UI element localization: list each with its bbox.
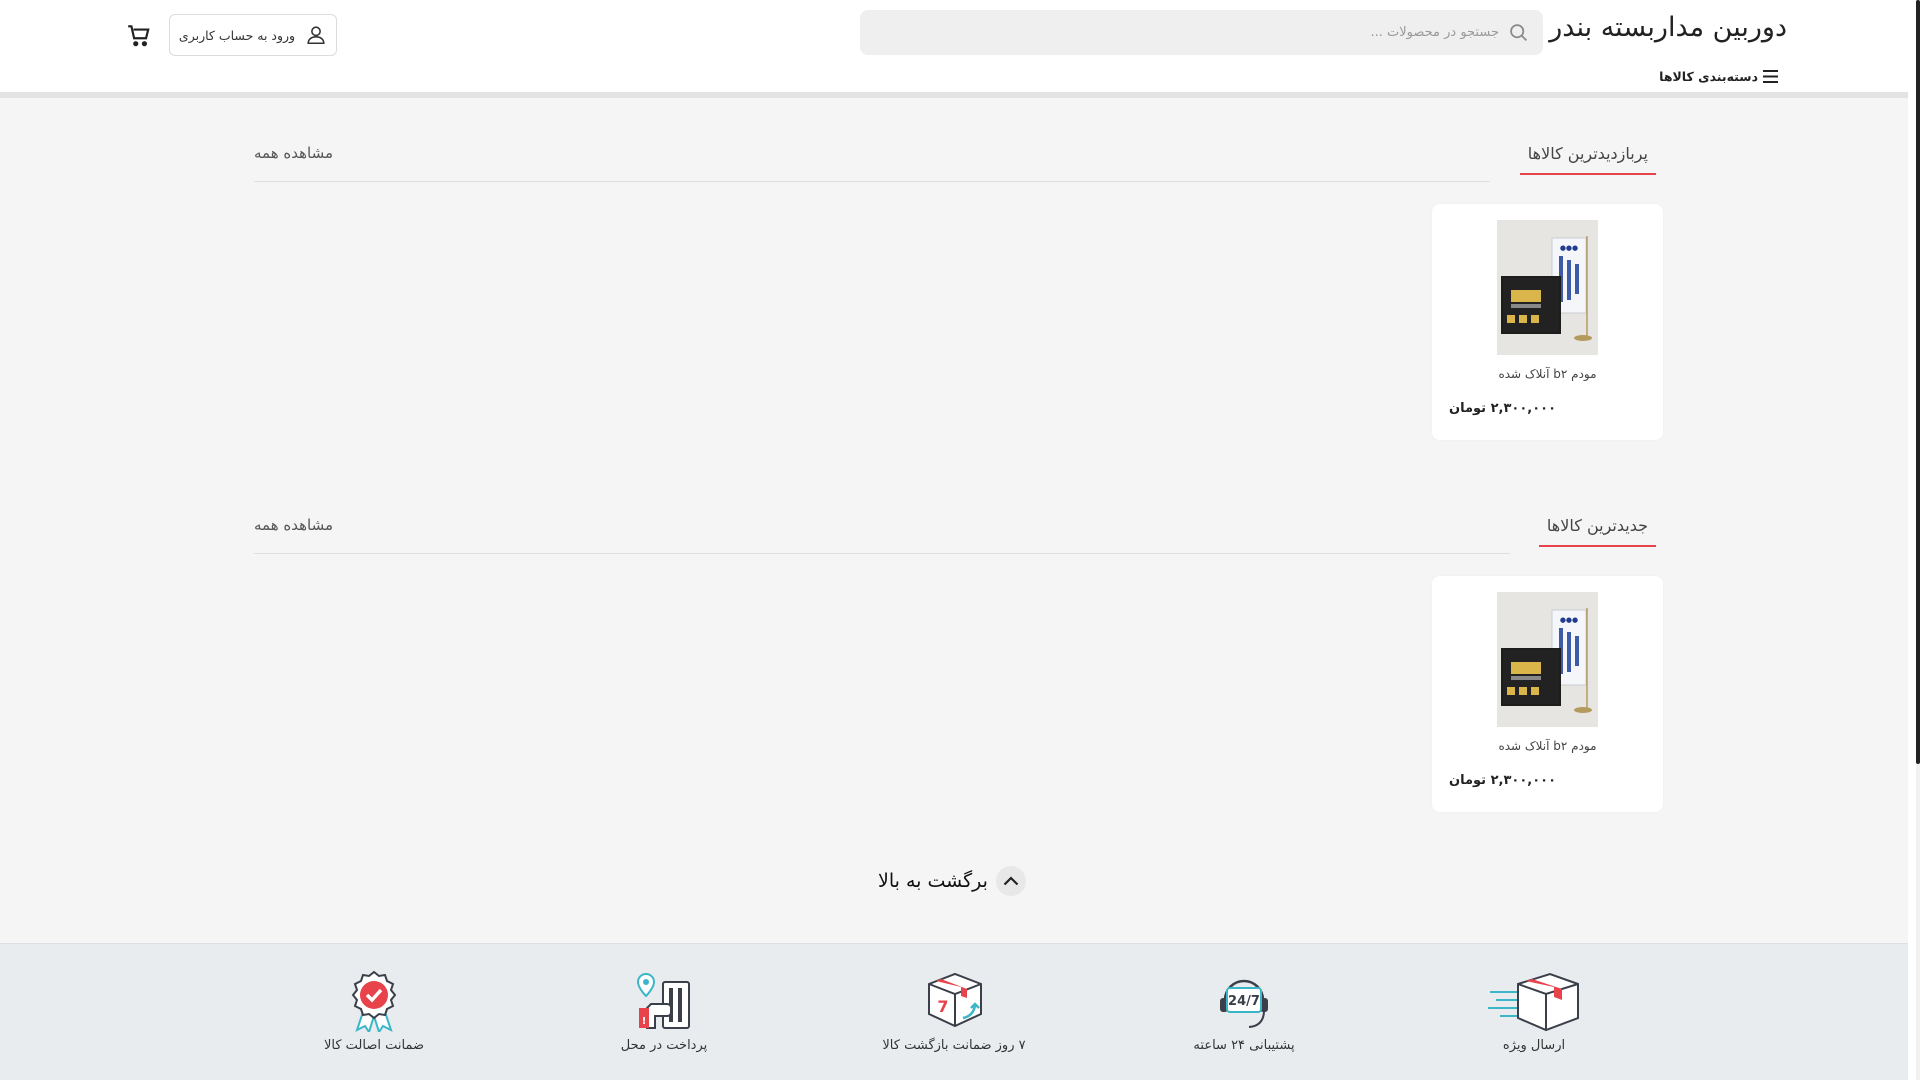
feature-label: ۷ روز ضمانت بازگشت کالا: [882, 1038, 1026, 1053]
section-title: جدیدترین کالاها: [1538, 516, 1656, 547]
site-header: دوربین مداربسته بندر ورود به حساب کاربری: [0, 0, 1908, 98]
svg-text:7: 7: [937, 997, 948, 1016]
login-button[interactable]: ورود به حساب کاربری: [169, 14, 337, 56]
fast-delivery-box-icon: [1488, 972, 1579, 1032]
menu-icon: [1763, 70, 1778, 83]
product-image[interactable]: ●●●: [1497, 592, 1598, 727]
product-name[interactable]: مودم b۲ آنلاک شده: [1432, 739, 1663, 753]
svg-text:●●●: ●●●: [1560, 616, 1578, 624]
site-logo-title[interactable]: دوربین مداربسته بندر: [1549, 12, 1787, 43]
feature-pay-on-delivery: ! پرداخت در محل: [574, 970, 754, 1053]
support-24-7-icon: 24/7: [1220, 979, 1268, 1028]
login-label: ورود به حساب کاربری: [178, 27, 296, 43]
svg-text:●●●: ●●●: [1560, 244, 1578, 252]
newest-section: جدیدترین کالاها مشاهده همه ●●● مودم b۲ آ…: [254, 504, 1663, 812]
svg-text:24/7: 24/7: [1228, 994, 1260, 1009]
authenticity-badge-icon: [351, 970, 397, 1032]
search-icon[interactable]: [1508, 22, 1529, 43]
see-all-link[interactable]: مشاهده همه: [254, 516, 333, 534]
section-title: پربازدیدترین کالاها: [1519, 144, 1656, 175]
section-divider: [254, 553, 1510, 554]
section-header: جدیدترین کالاها مشاهده همه: [254, 504, 1663, 562]
feature-return: 7 ۷ روز ضمانت بازگشت کالا: [864, 970, 1044, 1053]
page: دوربین مداربسته بندر ورود به حساب کاربری: [0, 0, 1908, 1080]
return-box-icon: 7: [928, 972, 982, 1028]
user-icon: [307, 26, 325, 45]
feature-authenticity: ضمانت اصالت کالا: [284, 970, 464, 1053]
pay-on-delivery-icon: !: [636, 972, 690, 1029]
product-price: ۲,۳۰۰,۰۰۰ تومان: [1449, 773, 1557, 788]
feature-label: ضمانت اصالت کالا: [323, 1038, 425, 1053]
features-bar: ارسال ویژه 24/7 پشتیبانی ۲۴ ساعته 7 ۷ رو…: [0, 943, 1908, 1080]
feature-label: ارسال ویژه: [1502, 1038, 1566, 1053]
scrollbar-thumb[interactable]: [1916, 0, 1920, 764]
search-bar[interactable]: [860, 10, 1543, 55]
search-input[interactable]: [899, 10, 1499, 55]
see-all-link[interactable]: مشاهده همه: [254, 144, 333, 162]
back-to-top-label: برگشت به بالا: [878, 870, 988, 892]
page-edge: [1908, 0, 1916, 1080]
section-divider: [254, 181, 1490, 182]
categories-menu[interactable]: دسته‌بندی کالاها: [1659, 69, 1778, 84]
feature-label: پشتیبانی ۲۴ ساعته: [1193, 1038, 1295, 1053]
svg-text:!: !: [642, 1016, 647, 1027]
cart-icon[interactable]: [126, 22, 152, 48]
feature-label: پرداخت در محل: [620, 1038, 708, 1053]
product-card[interactable]: ●●● مودم b۲ آنلاک شده ۲,۳۰۰,۰۰۰ تومان: [1432, 204, 1663, 440]
product-image[interactable]: ●●●: [1497, 220, 1598, 355]
chevron-up-icon: [995, 866, 1026, 896]
most-viewed-section: پربازدیدترین کالاها مشاهده همه ●●● مودم …: [254, 132, 1663, 440]
product-card[interactable]: ●●● مودم b۲ آنلاک شده ۲,۳۰۰,۰۰۰ تومان: [1432, 576, 1663, 812]
back-to-top-button[interactable]: برگشت به بالا: [878, 866, 1026, 896]
categories-label: دسته‌بندی کالاها: [1659, 69, 1758, 84]
feature-support: 24/7 پشتیبانی ۲۴ ساعته: [1154, 970, 1334, 1053]
feature-fast-delivery: ارسال ویژه: [1444, 970, 1624, 1053]
product-price: ۲,۳۰۰,۰۰۰ تومان: [1449, 401, 1557, 416]
product-name[interactable]: مودم b۲ آنلاک شده: [1432, 367, 1663, 381]
section-header: پربازدیدترین کالاها مشاهده همه: [254, 132, 1663, 190]
